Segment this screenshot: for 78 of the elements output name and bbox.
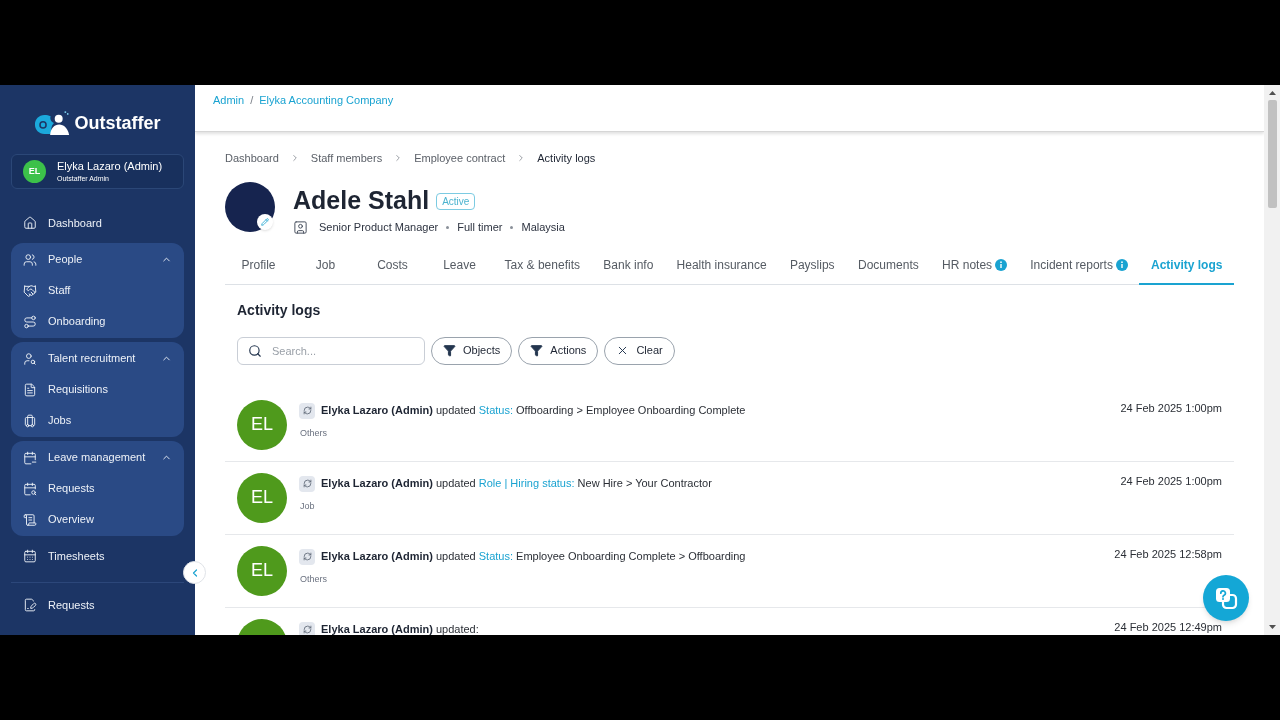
employee-name: Adele Stahl [293,186,430,214]
route-icon [23,314,37,329]
document-icon [23,382,37,397]
help-button[interactable] [1203,575,1249,621]
tab[interactable]: Costs [359,247,426,285]
scrollbar-thumb[interactable] [1267,100,1277,208]
tab[interactable]: Documents [846,247,931,285]
tab[interactable]: Job [292,247,359,285]
log-category: Others [300,572,327,586]
log-time: 24 Feb 2025 12:58pm [1114,546,1222,561]
log-category: Others [300,426,327,440]
profile-detail: Senior Product Manager [319,220,439,235]
log-message: Elyka Lazaro (Admin) updated Role | Hiring status: New Hire > Your Contractor [321,477,712,490]
home-icon [23,216,37,230]
logo-text: Outstaffer [74,114,161,132]
log-message: Elyka Lazaro (Admin) updated: [321,623,479,635]
refresh-icon [299,402,315,419]
status-badge: Active [436,193,476,210]
section-title: Activity logs [236,301,322,318]
refresh-icon [299,621,315,635]
help-icon [1214,586,1238,610]
search-icon [248,343,262,358]
calendar-minus-icon [23,450,37,465]
user-search-icon [23,351,37,366]
tab[interactable]: HR notes [930,247,1019,285]
nav-item[interactable]: Requests [11,589,184,621]
handshake-icon [23,283,37,298]
user-avatar: EL [237,545,287,596]
user-avatar: EL [23,160,46,183]
nav-item[interactable]: Onboarding [11,306,184,337]
user-name: Elyka Lazaro (Admin) [57,161,163,172]
nav-item[interactable]: Dashboard [11,207,184,239]
file-edit-icon [23,598,37,612]
breadcrumb-link[interactable]: Activity logs [537,149,596,167]
calendar-icon [23,549,37,563]
tab[interactable]: Profile [225,247,292,285]
log-category: Job [300,499,315,513]
log-time: 24 Feb 2025 12:49pm [1114,619,1222,634]
tab[interactable]: Tax & benefits [493,247,592,285]
scroll-up-arrow-icon[interactable] [1268,91,1276,95]
profile-detail: Malaysia [521,220,565,235]
nav-group-header[interactable]: Leave management [11,442,184,473]
log-time: 24 Feb 2025 1:00pm [1120,400,1222,415]
users-icon [23,252,37,267]
luggage-icon [23,413,37,428]
user-avatar: EL [237,472,287,523]
nav-item[interactable]: Overview [11,504,184,535]
tab[interactable]: Payslips [778,247,847,285]
profile-detail: Full timer [457,220,503,235]
log-message: Elyka Lazaro (Admin) updated Status: Offboarding > Employee Onboarding Complete [321,404,746,417]
nav-item[interactable]: Timesheets [11,540,184,572]
breadcrumb-link[interactable]: Staff members [310,149,383,167]
id-card-icon [293,219,308,235]
log-message: Elyka Lazaro (Admin) updated Status: Employee Onboarding Complete > Offboarding [321,550,746,563]
filter-icon [530,344,544,357]
tab[interactable]: Bank info [591,247,666,285]
breadcrumb-separator: / [250,93,254,108]
user-avatar: EL [237,399,287,450]
nav-item[interactable]: Jobs [11,405,184,436]
nav-item[interactable]: Requests [11,473,184,504]
tab[interactable]: Leave [426,247,493,285]
refresh-icon [299,475,315,492]
breadcrumb-link[interactable]: Dashboard [225,149,279,167]
tab[interactable]: Health insurance [665,247,779,285]
refresh-icon [299,548,315,565]
nav-group-header[interactable]: Talent recruitment [11,343,184,374]
nav-item[interactable]: Requisitions [11,374,184,405]
nav-item[interactable]: Staff [11,275,184,306]
filter-icon [443,344,456,357]
breadcrumb-link[interactable]: Employee contract [414,149,506,167]
calendar-search-icon [23,481,37,496]
notes-icon [23,512,37,527]
log-time: 24 Feb 2025 1:00pm [1120,473,1222,488]
search-field[interactable]: Search... [237,336,425,365]
tab[interactable]: Incident reports [1018,247,1140,285]
nav-group-header[interactable]: People [11,244,184,275]
photo-placeholder [225,182,275,232]
scroll-down-arrow-icon[interactable] [1268,625,1276,629]
